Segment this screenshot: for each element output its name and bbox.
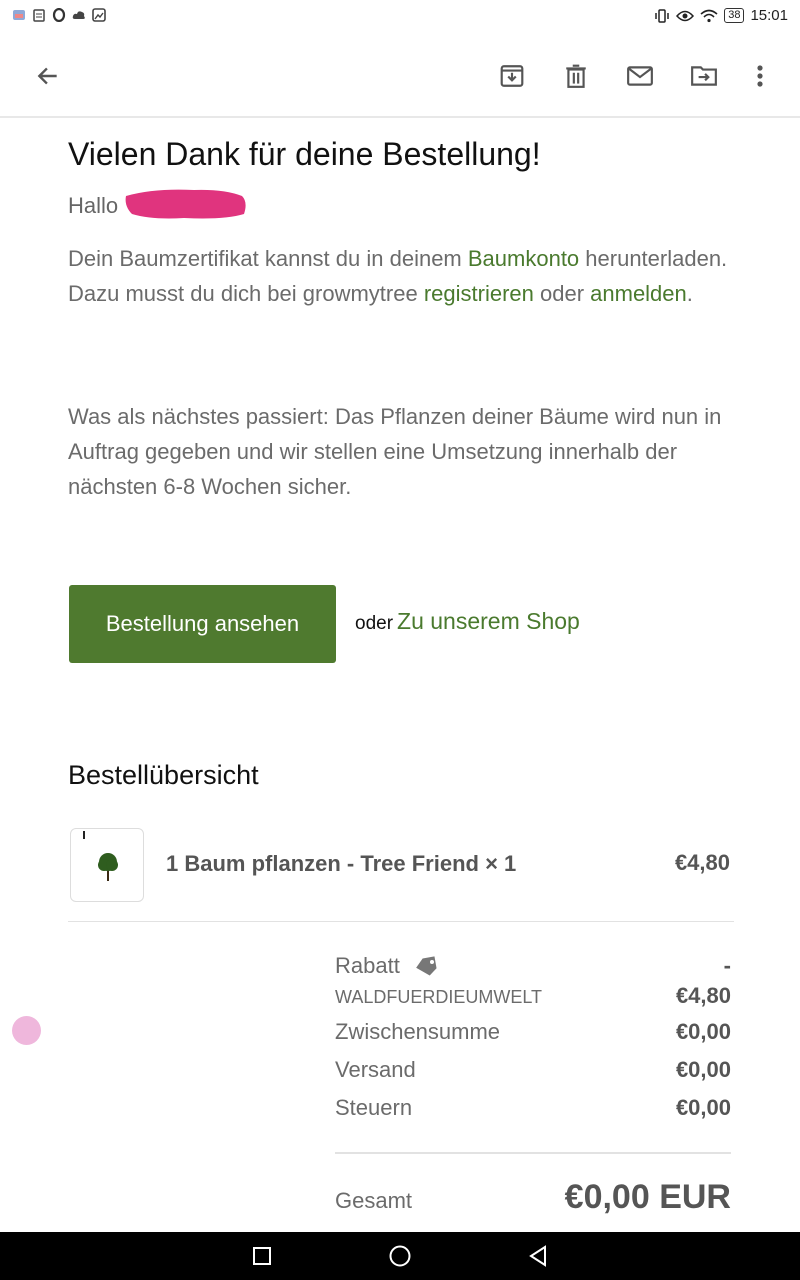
email-title: Vielen Dank für deine Bestellung! [68,136,541,172]
square-icon [253,1247,271,1265]
archive-button[interactable] [492,56,532,96]
product-thumbnail [70,828,144,902]
opera-icon [52,8,66,22]
para1-text-3: oder [533,281,591,306]
mark-unread-button[interactable] [620,56,660,96]
delete-button[interactable] [556,56,596,96]
home-button[interactable] [386,1242,414,1270]
greeting: Hallo [68,193,119,218]
subtotal-row: Zwischensumme €0,00 [335,1019,731,1045]
discount-dash: - [723,953,731,978]
para1-text-1: Dein Baumzertifikat kannst du in deinem [68,246,468,271]
triangle-back-icon [529,1245,546,1267]
total-label: Gesamt [335,1188,413,1213]
discount-row: Rabatt - [335,953,731,979]
baumkonto-link[interactable]: Baumkonto [468,246,579,271]
floating-touch-dot[interactable] [12,1016,41,1045]
image-icon [92,8,106,22]
app-bar [0,34,800,118]
login-link[interactable]: anmelden [590,281,687,306]
shop-link[interactable]: Zu unserem Shop [397,608,580,634]
tax-label: Steuern [335,1095,413,1120]
view-order-button[interactable]: Bestellung ansehen [69,585,336,663]
redacted-name [125,189,246,219]
circle-icon [389,1245,411,1267]
tree-icon [83,831,118,881]
navigation-bar [0,1232,800,1280]
tag-icon [416,956,437,976]
discount-value: €4,80 [675,983,731,1008]
eye-icon [676,10,695,21]
notification-icon [13,10,25,20]
shipping-label: Versand [335,1057,416,1082]
tax-value: €0,00 [675,1095,731,1120]
subtotal-value: €0,00 [675,1019,731,1044]
back-arrow-icon [37,67,57,85]
move-button[interactable] [684,56,724,96]
discount-code-row: WALDFUERDIEUMWELT €4,80 [335,983,731,1009]
archive-icon [500,65,524,87]
status-icons-right: 38 15:01 [654,7,788,24]
status-time: 15:01 [750,7,788,24]
status-bar: 38 15:01 [0,0,800,34]
or-text: oder [355,613,394,634]
vibrate-icon [655,8,669,23]
delete-icon [566,64,586,88]
totals-divider [335,1152,731,1154]
total-row: Gesamt €0,00 EUR [335,1178,731,1217]
next-steps-paragraph: Was als nächstes passiert: Das Pflanzen … [68,404,722,499]
order-summary-title: Bestellübersicht [68,760,259,790]
clipboard-icon [33,9,45,22]
cloud-icon [72,11,85,19]
shipping-row: Versand €0,00 [335,1057,731,1083]
battery-icon: 38 [724,8,745,23]
shop-row: oder Zu unserem Shop [355,608,580,635]
para1-text-4: . [686,281,693,306]
register-link[interactable]: registrieren [424,281,534,306]
subtotal-label: Zwischensumme [335,1019,501,1044]
status-icons-left [12,8,106,22]
more-options-button[interactable] [740,56,780,96]
back-nav-button[interactable] [524,1242,552,1270]
discount-code: WALDFUERDIEUMWELT [335,987,542,1007]
back-button[interactable] [28,56,68,96]
move-to-folder-icon [691,66,717,86]
mail-icon [627,66,653,86]
recents-button[interactable] [248,1242,276,1270]
tax-row: Steuern €0,00 [335,1095,731,1121]
divider [68,921,734,922]
product-price: €4,80 [674,850,730,875]
more-vert-icon [757,65,763,87]
total-value: €0,00 EUR [564,1178,731,1216]
certificate-paragraph: Dein Baumzertifikat kannst du in deinem … [68,241,738,311]
discount-label: Rabatt [335,953,400,978]
product-name: 1 Baum pflanzen - Tree Friend × 1 [166,851,517,876]
shipping-value: €0,00 [675,1057,731,1082]
discount-label-group: Rabatt [335,953,440,979]
wifi-icon [700,9,718,22]
